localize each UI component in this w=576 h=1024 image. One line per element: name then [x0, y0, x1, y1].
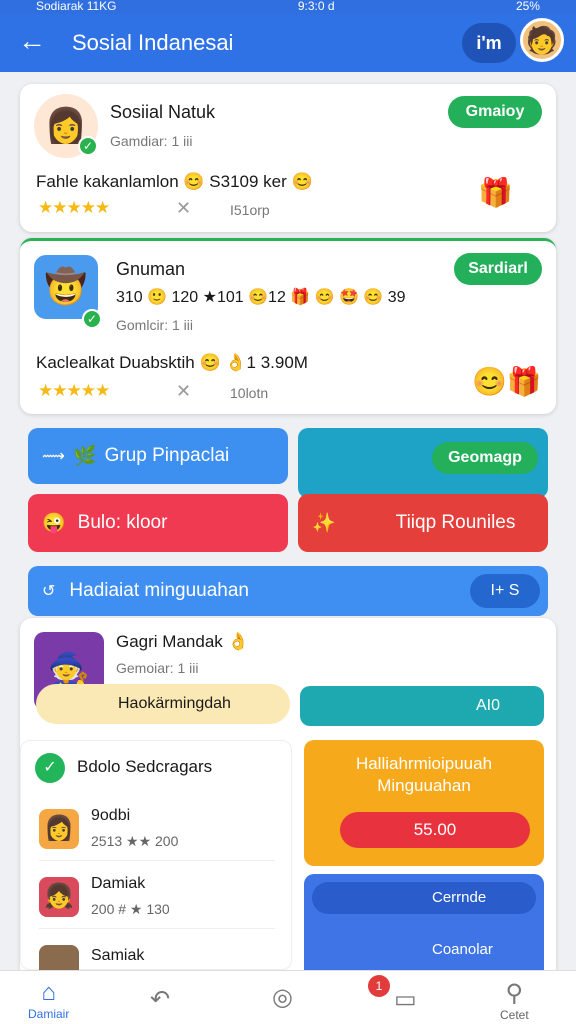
card-name: Sosiial Natuk: [110, 102, 216, 122]
close-icon[interactable]: ✕: [176, 198, 191, 219]
profile-name: Gagri Mandak 👌: [116, 632, 249, 651]
card-line: Fahle kakanlamlon 😊 S3109 ker 😊: [36, 172, 313, 191]
leader-name: Samiak: [91, 947, 145, 964]
app-bar: ← Sosial Indanesai i'm 🧑: [0, 14, 576, 72]
leader-score: 2513 ★★ 200: [91, 833, 179, 849]
avatar: 👩: [39, 809, 79, 849]
card-name: Gnuman: [116, 259, 186, 279]
leader-row[interactable]: 👩 9odbi 2513 ★★ 200: [39, 805, 275, 861]
profile-card-1: 👩 ✓ Sosiial Natuk Gamdiar: 1 iii Gmaioy …: [20, 84, 556, 232]
join-button[interactable]: Gmaioy: [448, 96, 542, 128]
smile-gift-icon: 😊🎁: [472, 366, 542, 397]
rewards-subtitle: Minguuahan: [377, 776, 471, 795]
nav-home[interactable]: ⌂ Damiair: [28, 979, 69, 1021]
reward-item-label: Cerrnde: [432, 889, 487, 906]
card-meta: 10lotn: [230, 385, 269, 401]
rewards-value-bar: 55.00: [340, 812, 530, 848]
reward-item[interactable]: Cerrnde: [312, 882, 536, 914]
check-icon: ✓: [35, 753, 65, 783]
nav-profile-label: Cetet: [500, 1008, 529, 1022]
nav-messages[interactable]: ▭ 1: [368, 975, 417, 1014]
hadiah-button[interactable]: I+ S: [470, 574, 540, 608]
compass-icon: ◎: [272, 984, 293, 1011]
reward-item[interactable]: Coanolar: [312, 934, 536, 966]
group-tile-label: Grup Pinpaclai: [104, 445, 230, 466]
hadiah-label: Hadiaiat minguuahan: [69, 580, 249, 601]
leader-score: 200 # ★ 130: [91, 901, 170, 917]
avatar: 👧: [39, 877, 79, 917]
profile-pill-label: Haokärmingdah: [118, 695, 231, 712]
leader-name: Damiak: [91, 875, 146, 892]
close-icon[interactable]: ✕: [176, 381, 191, 402]
verified-icon: ✓: [82, 309, 102, 329]
card-meta: I51orp: [230, 202, 270, 218]
header-pill-button[interactable]: i'm: [462, 23, 516, 63]
nav-home-label: Damiair: [28, 1007, 70, 1021]
bulor-label: Bulo: kloor: [77, 512, 168, 533]
rewards-value: 55.00: [413, 820, 457, 839]
sparkle-icon: ✨: [312, 513, 336, 534]
reward-item-label: Coanolar: [432, 941, 493, 958]
verified-icon: ✓: [78, 136, 98, 156]
leader-row[interactable]: Samiak: [39, 941, 275, 971]
geomagp-button[interactable]: Geomagp: [432, 442, 538, 474]
card-sub: Gamdiar: 1 iii: [110, 133, 193, 149]
leaderboard: ✓ Bdolo Sedcragars 👩 9odbi 2513 ★★ 200 👧…: [20, 740, 292, 971]
aio-bar[interactable]: AI0: [300, 686, 544, 726]
profile-card-2: 🤠 ✓ Gnuman 310 🙂 120 ★101 😊12 🎁 😊 🤩 😊 39…: [20, 238, 556, 414]
follow-button[interactable]: Sardiarl: [454, 253, 542, 285]
hadiah-banner[interactable]: ↺ Hadiaiat minguuahan I+ S: [28, 566, 548, 616]
status-time: 9:3:0 d: [297, 0, 335, 13]
tiiqp-tile[interactable]: ✨ Tiiqp Rouniles: [298, 494, 548, 552]
rewards-title: Halliahrmioipuuah: [355, 754, 493, 773]
card-sub: Gomlcir: 1 iii: [116, 317, 194, 333]
card-stats: 310 🙂 120 ★101 😊12 🎁 😊 🤩 😊 39: [116, 289, 406, 306]
nav-profile[interactable]: ⚲ Cetet: [500, 979, 529, 1022]
leaf-icon: 🌿: [72, 446, 97, 467]
bottom-nav: ⌂ Damiair ↶ ◎ ▭ 1 ⚲ Cetet: [0, 970, 576, 1024]
nav-activity[interactable]: ↶: [150, 985, 170, 1014]
bulor-tile[interactable]: 😜 Bulo: kloor: [28, 494, 288, 552]
leaderboard-title: Bdolo Sedcragars: [77, 757, 213, 776]
geomagp-tile[interactable]: Geomagp: [298, 428, 548, 498]
group-tile[interactable]: ⟿ 🌿 Grup Pinpaclai: [28, 428, 288, 484]
avatar: [39, 945, 79, 971]
message-badge: 1: [368, 975, 390, 997]
wink-icon: 😜: [42, 513, 66, 534]
link-icon: ⟿: [42, 448, 65, 465]
gift-icon: 🎁: [478, 177, 513, 208]
profile-icon: ⚲: [505, 980, 524, 1007]
status-bar: Sodiarak 11KG 9:3:0 d 25%: [0, 0, 576, 14]
page-title: Sosial Indanesai: [72, 30, 234, 55]
lower-panel: 🧙 Gagri Mandak 👌 Gemoiar: 1 iii Haokärmi…: [20, 618, 556, 971]
reward-list: Cerrnde Coanolar: [304, 874, 544, 970]
status-battery: 25%: [515, 0, 540, 13]
aio-label: AI0: [475, 697, 500, 714]
rating-stars: ★★★★★: [38, 381, 110, 400]
status-left: Sodiarak 11KG: [36, 0, 117, 13]
profile-pill[interactable]: Haokärmingdah: [36, 684, 290, 724]
user-avatar[interactable]: 🧑: [520, 18, 564, 62]
back-arrow-icon[interactable]: ←: [18, 26, 52, 60]
message-icon: ▭: [394, 986, 417, 1013]
home-icon: ⌂: [41, 979, 56, 1006]
profile-sub: Gemoiar: 1 iii: [116, 660, 199, 676]
leader-row[interactable]: 👧 Damiak 200 # ★ 130: [39, 873, 275, 929]
leader-name: 9odbi: [91, 807, 131, 824]
refresh-icon: ↺: [42, 583, 56, 600]
card-line: Kaclealkat Duabsktih 😊 👌1 3.90M: [36, 353, 308, 372]
rating-stars: ★★★★★: [38, 198, 110, 217]
nav-explore[interactable]: ◎: [272, 983, 293, 1012]
rewards-card[interactable]: Halliahrmioipuuah Minguuahan 55.00: [304, 740, 544, 866]
activity-icon: ↶: [150, 986, 171, 1013]
tiiqp-label: Tiiqp Rouniles: [395, 512, 516, 533]
